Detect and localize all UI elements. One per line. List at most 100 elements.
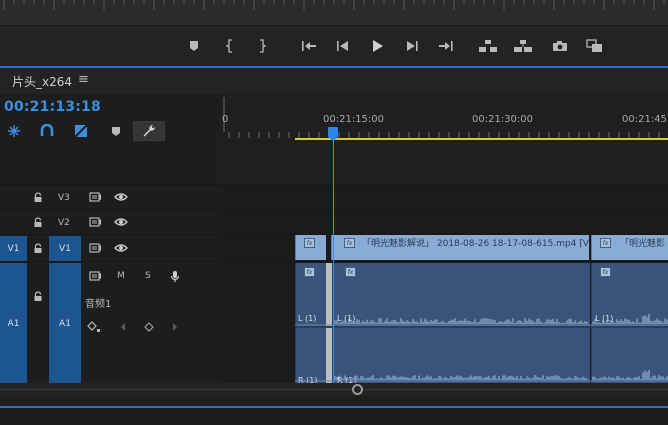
linked-selection-button[interactable] [72, 122, 90, 140]
camera-icon [553, 41, 567, 51]
fx-badge: fx [344, 238, 355, 248]
video-clip-label: 「明光魅影解说」 2018-08-26 18-17-08-615.mp4 [V] [362, 239, 589, 249]
track-header-v1: V1 V1 [0, 234, 221, 261]
go-to-out-icon [439, 41, 453, 51]
bottom-panel [0, 396, 668, 425]
add-keyframe-button[interactable] [142, 320, 156, 334]
playhead-line[interactable] [333, 131, 334, 401]
toggle-track-output-button[interactable] [113, 216, 129, 228]
toggle-track-output-button[interactable] [113, 242, 129, 254]
extract-button[interactable] [513, 36, 533, 56]
monitor-ruler[interactable] [0, 0, 668, 12]
track-area-v2[interactable] [221, 209, 668, 234]
toggle-sync-lock-button[interactable] [88, 191, 102, 203]
track-area-v1[interactable]: fx fx 「明光魅影解说」 2018-08-26 18-17-08-615.m… [221, 234, 668, 261]
video-clip-label: 「明光魅影 [620, 239, 666, 249]
scrollbar-track[interactable] [0, 389, 668, 390]
eye-icon [114, 244, 128, 252]
ruler-label: 00:21:45:0 [622, 114, 668, 125]
toggle-track-output-button[interactable] [113, 191, 129, 203]
track-header-a1: A1 A1 M S 音频1 [0, 261, 221, 384]
lock-icon [34, 216, 42, 227]
film-icon [88, 217, 101, 227]
export-frame-button[interactable] [550, 36, 570, 56]
ruler-label: 0 [222, 114, 229, 125]
work-area-bar[interactable] [295, 138, 668, 140]
fx-badge: fx [600, 238, 611, 248]
add-marker-timeline-button[interactable] [107, 122, 125, 140]
voice-over-record-button[interactable] [168, 269, 182, 283]
track-lock-button[interactable] [31, 242, 45, 254]
track-header-v3: V3 [0, 184, 221, 209]
video-clip[interactable]: fx 「明光魅影 [591, 235, 668, 260]
snap-toggle-button[interactable] [38, 122, 56, 140]
source-patch-v1[interactable]: V1 [0, 236, 27, 261]
go-to-in-icon [302, 41, 316, 51]
ruler-label: 00:21:15:00 [323, 114, 385, 125]
track-area-a1[interactable]: fx L (1) R (1) fx L (1) R (1) fx L (1) [221, 261, 668, 384]
video-clip[interactable]: fx 「明光魅影解说」 2018-08-26 18-17-08-615.mp4 … [331, 235, 589, 260]
source-patch-a1[interactable]: A1 [0, 263, 27, 384]
timeline-controls: 00:21:13:18 [0, 94, 221, 184]
time-ruler[interactable]: 0 00:21:15:00 00:21:30:00 00:21:45:0 [221, 94, 668, 184]
lift-icon [479, 40, 497, 52]
sequence-tab[interactable]: 片头_x264 [12, 73, 72, 90]
magnet-icon [40, 124, 54, 136]
keyframe-toggle-icon [87, 321, 100, 332]
nest-toggle-button[interactable] [5, 122, 23, 140]
film-icon [88, 192, 101, 202]
chevron-left-icon [121, 323, 125, 331]
toggle-sync-lock-button[interactable] [88, 216, 102, 228]
go-to-out-button[interactable] [436, 36, 456, 56]
linked-selection-icon [74, 124, 88, 138]
play-icon [373, 40, 383, 52]
track-target-a1[interactable]: A1 [49, 263, 81, 384]
add-marker-button[interactable] [184, 36, 204, 56]
scrollbar-handle[interactable] [352, 384, 363, 395]
lock-icon [34, 191, 42, 202]
previous-keyframe-button[interactable] [117, 320, 129, 334]
step-back-button[interactable] [333, 36, 353, 56]
extract-icon [514, 40, 532, 52]
toggle-sync-lock-button[interactable] [88, 270, 102, 282]
compare-view-button[interactable] [585, 36, 605, 56]
track-area-v3[interactable] [221, 184, 668, 209]
timeline-tab-bar: 片头_x264 ≡ [0, 68, 668, 94]
transport-controls [0, 26, 668, 66]
lift-button[interactable] [478, 36, 498, 56]
video-clip[interactable]: fx [295, 235, 326, 260]
panel-menu-icon[interactable]: ≡ [78, 73, 92, 87]
ruler-ticks [223, 97, 660, 138]
nest-icon [8, 125, 20, 137]
step-forward-icon [407, 41, 418, 51]
timeline-zoom-scrollbar[interactable] [0, 383, 668, 396]
marker-icon [190, 41, 198, 51]
toggle-sync-lock-button[interactable] [88, 242, 102, 254]
track-lock-button[interactable] [31, 191, 45, 203]
audio-track-name[interactable]: 音频1 [85, 295, 111, 310]
track-lock-button[interactable] [31, 290, 45, 302]
chevron-right-icon [173, 323, 177, 331]
track-label[interactable]: V3 [58, 193, 70, 203]
program-monitor-strip [0, 0, 668, 26]
mark-out-button[interactable] [252, 36, 272, 56]
marker-icon [112, 126, 120, 136]
play-button[interactable] [367, 36, 387, 56]
track-label[interactable]: V2 [58, 218, 70, 228]
go-to-in-button[interactable] [299, 36, 319, 56]
next-keyframe-button[interactable] [169, 320, 181, 334]
playhead-timecode[interactable]: 00:21:13:18 [4, 99, 101, 115]
show-keyframes-button[interactable] [86, 320, 102, 334]
mute-track-button[interactable]: M [117, 271, 125, 281]
track-header-v2: V2 [0, 209, 221, 234]
solo-track-button[interactable]: S [145, 271, 151, 281]
panel-focus-line [0, 406, 668, 408]
compare-view-icon [586, 39, 602, 52]
track-target-v1[interactable]: V1 [49, 236, 81, 261]
track-lock-button[interactable] [31, 216, 45, 228]
timeline-settings-button[interactable] [133, 121, 165, 141]
mark-in-button[interactable] [220, 36, 240, 56]
lock-icon [34, 242, 42, 253]
lock-icon [34, 290, 42, 301]
step-forward-button[interactable] [402, 36, 422, 56]
